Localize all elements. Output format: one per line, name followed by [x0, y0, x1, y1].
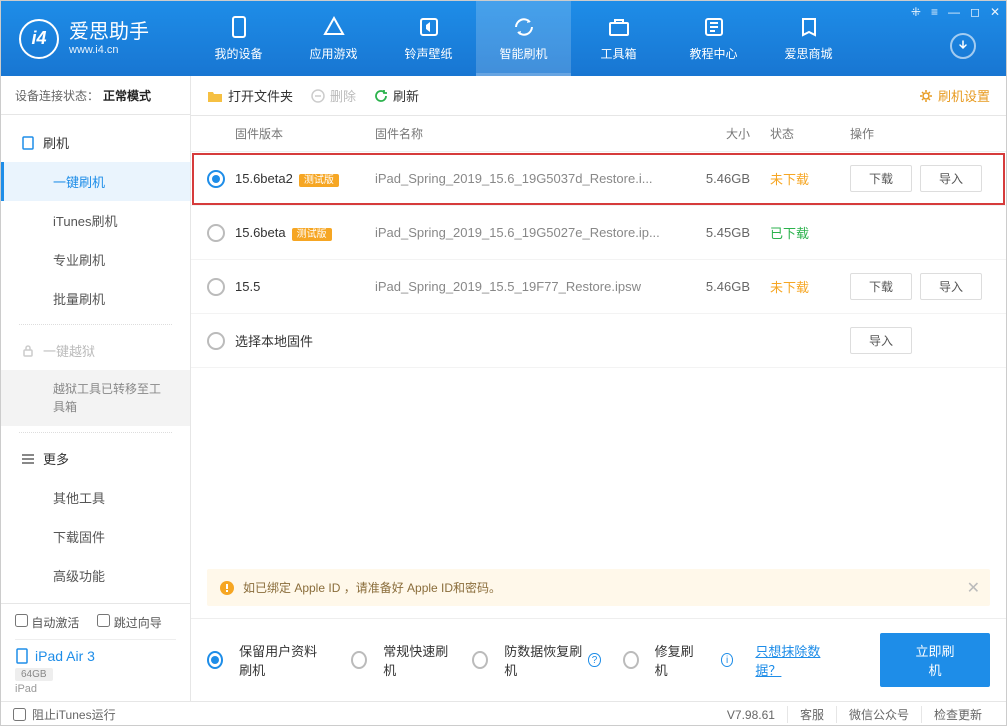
close-icon[interactable]: ✕ [990, 5, 1000, 19]
flash-settings-button[interactable]: 刷机设置 [919, 86, 990, 105]
toolbar: 打开文件夹 删除 刷新 刷机设置 [191, 76, 1006, 116]
firmware-size: 5.45GB [680, 225, 750, 240]
status-footer: 阻止iTunes运行 V7.98.61 客服 微信公众号 检查更新 [1, 701, 1006, 727]
app-header: ⁜ ≡ — ◻ ✕ i4 爱思助手 www.i4.cn 我的设备应用游戏铃声壁纸… [1, 1, 1006, 76]
nav-6[interactable]: 爱思商城 [761, 1, 856, 76]
sidebar-item-0[interactable]: 一键刷机 [1, 162, 190, 201]
sidebar-item-3[interactable]: 批量刷机 [1, 279, 190, 318]
open-folder-button[interactable]: 打开文件夹 [207, 86, 293, 105]
col-ops: 操作 [830, 125, 990, 142]
check-update-link[interactable]: 检查更新 [921, 706, 994, 723]
nav-2[interactable]: 铃声壁纸 [381, 1, 476, 76]
firmware-status: 未下载 [750, 277, 830, 296]
device-storage: 64GB [15, 668, 53, 681]
sidebar-item-2[interactable]: 专业刷机 [1, 240, 190, 279]
firmware-status: 未下载 [750, 169, 830, 188]
nav-1[interactable]: 应用游戏 [286, 1, 381, 76]
flash-mode-row: 保留用户资料刷机 常规快速刷机 防数据恢复刷机? 修复刷机 i 只想抹除数据？ … [191, 618, 1006, 701]
firmware-row[interactable]: 15.5iPad_Spring_2019_15.5_19F77_Restore.… [191, 260, 1006, 314]
connection-status: 设备连接状态：正常模式 [1, 76, 190, 115]
mode-recover[interactable]: 防数据恢复刷机? [472, 641, 600, 679]
customer-service-link[interactable]: 客服 [787, 706, 836, 723]
alert-close-icon[interactable]: ✕ [967, 578, 980, 598]
import-button[interactable]: 导入 [920, 273, 982, 300]
mode-repair[interactable]: 修复刷机 [623, 641, 699, 679]
download-button[interactable]: 下载 [850, 165, 912, 192]
firmware-row[interactable]: 15.6beta2测试版iPad_Spring_2019_15.6_19G503… [191, 152, 1006, 206]
firmware-size: 5.46GB [680, 171, 750, 186]
col-size: 大小 [680, 125, 750, 142]
import-button[interactable]: 导入 [920, 165, 982, 192]
firmware-status: 已下载 [750, 223, 830, 242]
row-radio[interactable] [207, 170, 225, 188]
sidebar-more-1[interactable]: 下载固件 [1, 517, 190, 556]
row-radio[interactable] [207, 224, 225, 242]
app-title: 爱思助手 [69, 20, 149, 44]
firmware-name: iPad_Spring_2019_15.6_19G5027e_Restore.i… [375, 225, 680, 240]
sidebar-item-1[interactable]: iTunes刷机 [1, 201, 190, 240]
sidebar: 设备连接状态：正常模式 刷机 一键刷机iTunes刷机专业刷机批量刷机 一键越狱… [1, 76, 191, 701]
sidebar-cat-flash[interactable]: 刷机 [1, 123, 190, 162]
main-panel: 打开文件夹 删除 刷新 刷机设置 固件版本 固件名称 大小 状态 操作 15.6… [191, 76, 1006, 701]
download-button[interactable]: 下载 [850, 273, 912, 300]
device-panel: 自动激活 跳过向导 iPad Air 3 64GB iPad [1, 603, 190, 701]
refresh-button[interactable]: 刷新 [374, 86, 419, 105]
col-status: 状态 [750, 125, 830, 142]
device-name[interactable]: iPad Air 3 [15, 648, 176, 664]
minimize-icon[interactable]: — [948, 5, 960, 19]
download-manager-icon[interactable] [950, 33, 976, 59]
delete-button: 删除 [311, 86, 356, 105]
firmware-name: iPad_Spring_2019_15.6_19G5037d_Restore.i… [375, 171, 680, 186]
menu-icon[interactable]: ≡ [931, 5, 938, 19]
sidebar-more-0[interactable]: 其他工具 [1, 478, 190, 517]
firmware-row[interactable]: 选择本地固件导入 [191, 314, 1006, 368]
col-name: 固件名称 [375, 125, 680, 142]
nav-5[interactable]: 教程中心 [666, 1, 761, 76]
firmware-size: 5.46GB [680, 279, 750, 294]
info-icon[interactable]: ? [588, 653, 600, 667]
settings-icon[interactable]: ⁜ [911, 5, 921, 19]
block-itunes-checkbox[interactable]: 阻止iTunes运行 [13, 706, 116, 723]
top-nav: 我的设备应用游戏铃声壁纸智能刷机工具箱教程中心爱思商城 [191, 1, 1006, 76]
apple-id-alert: 如已绑定 Apple ID ，请准备好 Apple ID和密码。 ✕ [207, 569, 990, 606]
logo-icon: i4 [19, 19, 59, 59]
import-button[interactable]: 导入 [850, 327, 912, 354]
table-header: 固件版本 固件名称 大小 状态 操作 [191, 116, 1006, 152]
app-url: www.i4.cn [69, 44, 149, 57]
device-type: iPad [15, 683, 176, 695]
sidebar-cat-jailbreak: 一键越狱 [1, 331, 190, 370]
logo: i4 爱思助手 www.i4.cn [1, 1, 191, 76]
auto-activate-checkbox[interactable]: 自动激活 [15, 614, 79, 631]
app-version: V7.98.61 [727, 708, 787, 722]
wechat-link[interactable]: 微信公众号 [836, 706, 921, 723]
col-version: 固件版本 [235, 125, 375, 142]
nav-3[interactable]: 智能刷机 [476, 1, 571, 76]
window-controls: ⁜ ≡ — ◻ ✕ [911, 5, 1000, 19]
maximize-icon[interactable]: ◻ [970, 5, 980, 19]
sidebar-more-2[interactable]: 高级功能 [1, 556, 190, 595]
sidebar-cat-more[interactable]: 更多 [1, 439, 190, 478]
start-flash-button[interactable]: 立即刷机 [880, 633, 990, 687]
info-icon[interactable]: i [721, 653, 734, 667]
row-radio[interactable] [207, 332, 225, 350]
firmware-name: iPad_Spring_2019_15.5_19F77_Restore.ipsw [375, 279, 680, 294]
firmware-row[interactable]: 15.6beta测试版iPad_Spring_2019_15.6_19G5027… [191, 206, 1006, 260]
mode-fast[interactable]: 常规快速刷机 [351, 641, 450, 679]
skip-guide-checkbox[interactable]: 跳过向导 [97, 614, 161, 631]
sidebar-jailbreak-note: 越狱工具已转移至工具箱 [1, 370, 190, 426]
row-radio[interactable] [207, 278, 225, 296]
nav-0[interactable]: 我的设备 [191, 1, 286, 76]
erase-data-link[interactable]: 只想抹除数据？ [755, 641, 836, 679]
mode-keep-data[interactable]: 保留用户资料刷机 [207, 641, 329, 679]
nav-4[interactable]: 工具箱 [571, 1, 666, 76]
